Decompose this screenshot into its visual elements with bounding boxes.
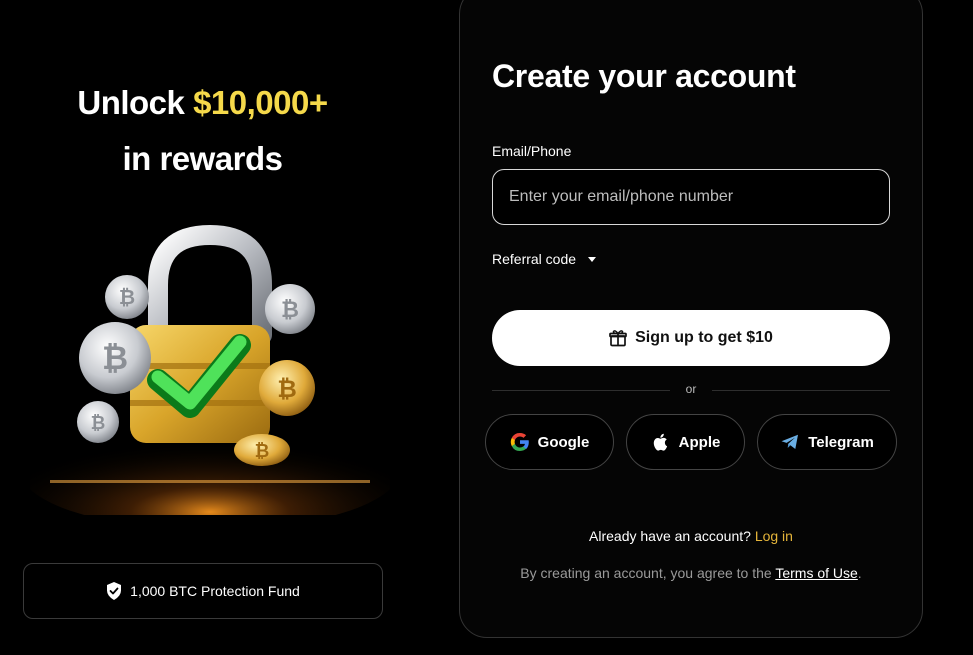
signup-button[interactable]: Sign up to get $10 xyxy=(492,310,890,366)
apple-login-label: Apple xyxy=(678,433,721,451)
protection-fund-badge[interactable]: 1,000 BTC Protection Fund xyxy=(23,563,383,619)
login-prompt-text: Already have an account? xyxy=(589,528,751,544)
or-divider: or xyxy=(492,381,890,399)
telegram-login-button[interactable]: Telegram xyxy=(757,414,897,470)
svg-text:₿: ₿ xyxy=(281,298,299,323)
gift-icon xyxy=(609,330,627,347)
svg-text:₿: ₿ xyxy=(102,339,128,377)
svg-text:₿: ₿ xyxy=(255,441,270,462)
apple-icon xyxy=(653,433,667,451)
email-label: Email/Phone xyxy=(492,143,572,159)
referral-code-toggle[interactable]: Referral code xyxy=(492,251,597,267)
protection-fund-text: 1,000 BTC Protection Fund xyxy=(130,583,300,599)
page-title: Create your account xyxy=(492,58,796,94)
telegram-login-label: Telegram xyxy=(808,433,874,451)
referral-code-label: Referral code xyxy=(492,251,577,267)
google-login-label: Google xyxy=(537,433,590,451)
signup-button-label: Sign up to get $10 xyxy=(635,329,773,346)
telegram-icon xyxy=(781,434,799,449)
google-login-button[interactable]: Google xyxy=(485,414,614,470)
promo-headline: Unlock $10,000+ xyxy=(0,84,405,122)
apple-login-button[interactable]: Apple xyxy=(626,414,745,470)
promo-amount: $10,000+ xyxy=(193,84,328,121)
google-icon xyxy=(510,432,529,452)
email-phone-input[interactable] xyxy=(492,169,890,225)
terms-of-use-link[interactable]: Terms of Use xyxy=(775,565,857,581)
svg-text:₿: ₿ xyxy=(277,375,297,403)
login-link[interactable]: Log in xyxy=(755,528,793,544)
terms-suffix-text: . xyxy=(857,565,862,581)
or-divider-text: or xyxy=(685,382,697,396)
svg-text:₿: ₿ xyxy=(91,413,106,434)
padlock-bitcoin-illustration: ₿ ₿ ₿ ₿ ₿ ₿ xyxy=(30,224,390,515)
shield-check-icon xyxy=(107,582,122,600)
promo-unlock-text: Unlock xyxy=(77,84,194,121)
login-prompt: Already have an account? Log in xyxy=(459,528,923,544)
terms-notice: By creating an account, you agree to the… xyxy=(459,565,923,581)
promo-subheadline: in rewards xyxy=(122,140,283,177)
terms-prefix-text: By creating an account, you agree to the xyxy=(520,565,772,581)
svg-text:₿: ₿ xyxy=(119,285,135,309)
caret-down-icon xyxy=(588,256,597,262)
